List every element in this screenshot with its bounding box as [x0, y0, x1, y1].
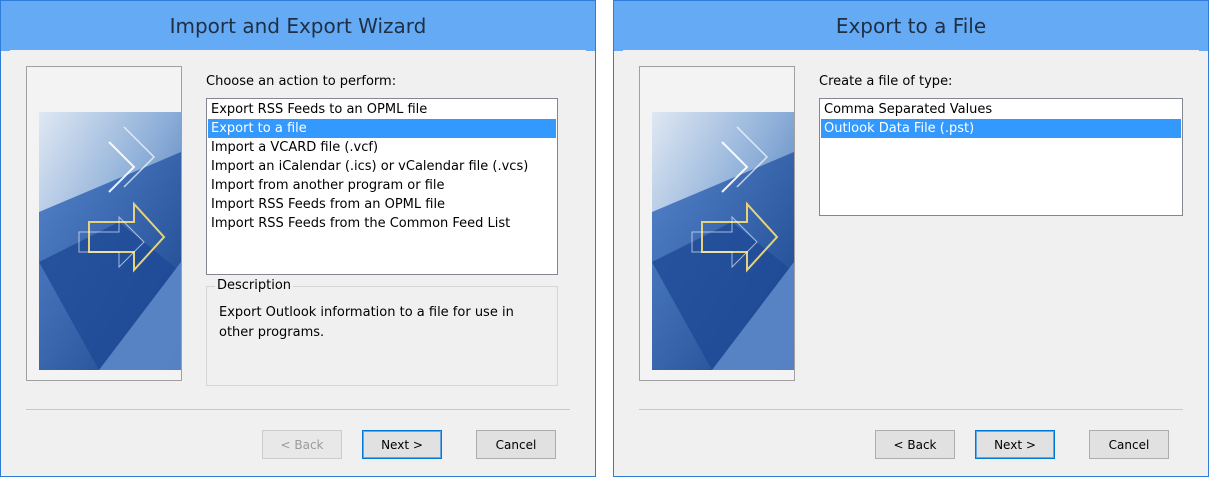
action-prompt-label: Choose an action to perform:: [206, 74, 397, 89]
list-item-export-rss-opml[interactable]: Export RSS Feeds to an OPML file: [208, 100, 556, 119]
button-separator: [639, 409, 1183, 410]
list-item-import-vcard[interactable]: Import a VCARD file (.vcf): [208, 138, 556, 157]
description-text: Export Outlook information to a file for…: [219, 305, 514, 340]
dialog-title: Export to a File: [614, 1, 1208, 51]
dialog-title: Import and Export Wizard: [1, 1, 595, 51]
back-button[interactable]: < Back: [262, 430, 342, 459]
list-item-export-to-file[interactable]: Export to a file: [208, 119, 556, 138]
file-type-prompt-label: Create a file of type:: [819, 74, 953, 89]
dialog-body: Choose an action to perform: Export RSS …: [10, 50, 586, 467]
button-separator: [26, 409, 570, 410]
export-to-file-dialog: Export to a File Create a file of type: …: [613, 0, 1209, 477]
list-item-import-rss-common-feed[interactable]: Import RSS Feeds from the Common Feed Li…: [208, 214, 556, 233]
back-button[interactable]: < Back: [875, 430, 955, 459]
list-item-csv[interactable]: Comma Separated Values: [821, 100, 1181, 119]
wizard-banner-panel: [639, 66, 795, 381]
cancel-button[interactable]: Cancel: [476, 430, 556, 459]
description-groupbox: Description Export Outlook information t…: [206, 278, 558, 386]
list-item-import-rss-opml[interactable]: Import RSS Feeds from an OPML file: [208, 195, 556, 214]
wizard-banner-art-icon: [39, 112, 181, 370]
next-button[interactable]: Next >: [975, 430, 1055, 459]
description-label: Description: [215, 278, 294, 294]
import-export-wizard-dialog: Import and Export Wizard Choose an actio…: [0, 0, 596, 477]
wizard-banner-art-icon: [652, 112, 794, 370]
cancel-button[interactable]: Cancel: [1089, 430, 1169, 459]
list-item-pst[interactable]: Outlook Data File (.pst): [821, 119, 1181, 138]
wizard-banner-panel: [26, 66, 182, 381]
action-listbox[interactable]: Export RSS Feeds to an OPML file Export …: [206, 98, 558, 275]
next-button[interactable]: Next >: [362, 430, 442, 459]
dialog-body: Create a file of type: Comma Separated V…: [623, 50, 1199, 467]
file-type-listbox[interactable]: Comma Separated Values Outlook Data File…: [819, 98, 1183, 216]
list-item-import-icalendar[interactable]: Import an iCalendar (.ics) or vCalendar …: [208, 157, 556, 176]
list-item-import-from-program[interactable]: Import from another program or file: [208, 176, 556, 195]
